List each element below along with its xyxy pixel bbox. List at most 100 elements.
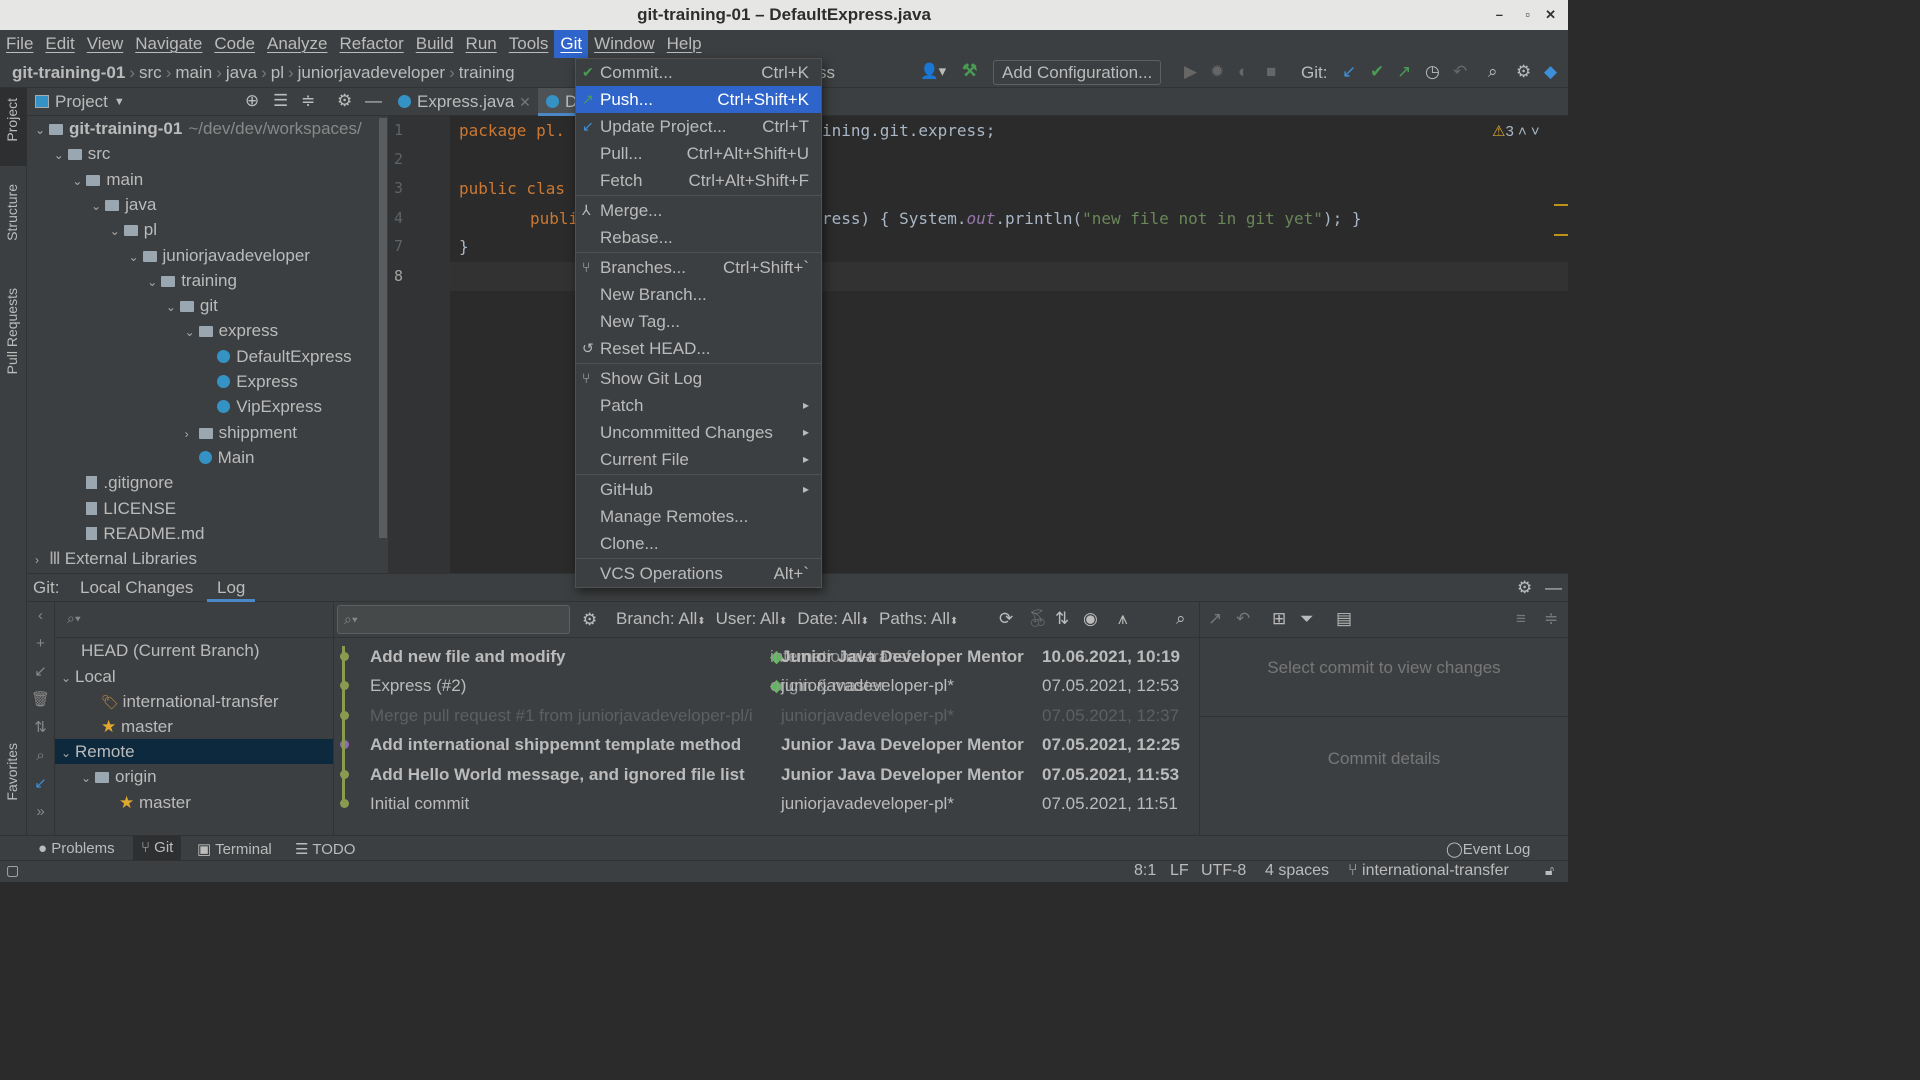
branch-group-remote[interactable]: ⌄ Remote [55,739,333,764]
tree-item[interactable]: › shippment [185,420,297,445]
chevron-icon[interactable]: ⌄ [110,219,124,244]
log-settings-icon[interactable]: ⚙ [582,610,597,630]
menu-analyze[interactable]: Analyze [261,30,333,58]
chevron-icon[interactable]: ⌄ [91,194,105,219]
expand-icon[interactable]: ≡ [1516,609,1526,629]
tree-item[interactable]: › Ⅲ External Libraries [35,546,197,571]
breadcrumb-item[interactable]: java [226,63,257,83]
indent-setting[interactable]: 4 spaces [1265,862,1329,880]
rollback-icon[interactable]: ↶ [1453,62,1467,82]
close-button[interactable]: ✕ [1545,0,1556,30]
menu-item-merge[interactable]: ⅄ Merge... [576,197,821,224]
cherry-pick-icon[interactable]: 🍒︎ [1027,609,1049,629]
hide-icon[interactable]: — [365,91,382,111]
tree-item[interactable]: ⌄ training [147,268,237,293]
tree-item[interactable]: ⌄ pl [110,217,157,242]
menu-item-manage-remotes[interactable]: Manage Remotes... [576,503,821,530]
log-search-input[interactable]: ⌕▾ [337,605,570,634]
menu-item-update-project[interactable]: ↙ Update Project... Ctrl+T [576,113,821,140]
log-filter[interactable]: Branch: All⬍ [616,609,706,629]
menu-item-github[interactable]: GitHub ▸ [576,476,821,503]
commit-row[interactable]: Initial commit juniorjavadeveloper-pl* 07.… [334,789,1199,818]
menu-item-vcs-operations[interactable]: VCS Operations Alt+` [576,560,821,587]
menu-item-commit[interactable]: ✔ Commit... Ctrl+K [576,59,821,86]
search-icon[interactable]: ⌕ [27,742,54,770]
branch-origin-master[interactable]: ★ master [119,790,191,815]
tab-express-java[interactable]: Express.java ✕ [388,88,536,116]
menu-refactor[interactable]: Refactor [333,30,409,58]
tree-item[interactable]: Main [185,445,254,470]
minimize-button[interactable]: – [1496,0,1503,30]
menu-git[interactable]: Git [554,30,589,58]
expand-all-icon[interactable]: ☰ [273,91,288,111]
run-icon[interactable]: ▶ [1184,62,1197,82]
sort-icon[interactable]: ⇅ [1055,609,1069,629]
gear-icon[interactable]: ⚙ [337,91,352,111]
maximize-button[interactable]: ▫ [1525,0,1530,30]
log-filter[interactable]: Paths: All⬍ [879,609,958,629]
compare-icon[interactable]: ⇅ [27,714,54,742]
breadcrumb-item[interactable]: juniorjavadeveloper [298,63,445,83]
coverage-icon[interactable]: ◐ [1238,62,1248,82]
search-icon[interactable]: ⌕ [1176,609,1186,629]
caret-position[interactable]: 8:1 [1134,862,1156,880]
tree-item[interactable]: ⌄ main [72,167,143,192]
tab-log[interactable]: Log [207,578,256,602]
chevron-down-icon[interactable]: ▼ [114,96,125,108]
menu-item-push[interactable]: ↗ Push... Ctrl+Shift+K [576,86,821,113]
menu-item-show-git-log[interactable]: ⑂ Show Git Log [576,365,821,392]
fetch-icon[interactable]: ↙ [27,770,54,798]
git-commit-icon[interactable]: ✔ [1370,62,1384,82]
git-update-icon[interactable]: ↙ [1342,62,1356,82]
line-separator[interactable]: LF [1170,862,1189,880]
commit-row[interactable]: Add Hello World message, and ignored fil… [334,760,1199,789]
event-log-button[interactable]: ◯Event Log [1446,840,1530,858]
project-title[interactable]: Project [55,92,108,112]
chevron-icon[interactable]: › [185,422,199,447]
commit-row[interactable]: Express (#2) ◆ ◆ origin & master juniorjava… [334,671,1199,700]
breadcrumb-item[interactable]: training [459,63,515,83]
tree-item[interactable]: ⌄ juniorjavadeveloper [129,243,310,268]
menu-window[interactable]: Window [588,30,660,58]
warning-icon[interactable]: ⚠ [1492,123,1505,140]
group-by-icon[interactable]: ⊞ [1272,609,1286,629]
chevron-icon[interactable]: › [35,548,49,573]
tree-item[interactable]: ⌄ java [91,192,156,217]
error-stripe-mark[interactable] [1554,204,1568,206]
menu-item-pull[interactable]: Pull... Ctrl+Alt+Shift+U [576,140,821,167]
add-icon[interactable]: + [27,630,54,658]
chevron-icon[interactable]: ⌄ [129,245,143,270]
menu-navigate[interactable]: Navigate [129,30,208,58]
menu-view[interactable]: View [81,30,130,58]
hide-icon[interactable]: — [1545,578,1562,598]
tool-favorites[interactable]: Favorites [4,743,20,801]
layout-toggle-icon[interactable]: ▢ [6,862,19,879]
revert-icon[interactable]: ↶ [1236,609,1250,629]
log-filter[interactable]: User: All⬍ [716,609,788,629]
more-icon[interactable]: » [27,798,54,826]
menu-item-clone[interactable]: Clone... [576,530,821,557]
tool-pull-requests[interactable]: Pull Requests [4,288,20,374]
collapse-all-icon[interactable]: ≑ [301,91,315,111]
tab-default-express[interactable]: D [538,88,578,116]
tab-todo[interactable]: ☰ TODO [295,840,355,858]
layout-icon[interactable]: ▤ [1336,609,1352,629]
menu-file[interactable]: File [0,30,39,58]
user-icon[interactable]: 👤▾ [920,62,946,80]
menu-item-rebase[interactable]: Rebase... [576,224,821,251]
add-configuration-button[interactable]: Add Configuration... [993,60,1162,85]
branch-head[interactable]: HEAD (Current Branch) [81,638,260,663]
breadcrumb-item[interactable]: main [175,63,212,83]
menu-item-current-file[interactable]: Current File ▸ [576,446,821,473]
build-hammer-icon[interactable]: ⚒ [962,61,977,81]
history-icon[interactable]: ◷ [1425,62,1440,82]
menu-code[interactable]: Code [208,30,261,58]
tab-local-changes[interactable]: Local Changes [80,578,193,598]
tree-item[interactable]: README.md [72,521,204,546]
tool-structure[interactable]: Structure [4,184,20,241]
collapse-icon[interactable]: ≑ [1544,609,1558,629]
tab-terminal[interactable]: ▣ Terminal [197,840,272,858]
stop-icon[interactable]: ■ [1266,62,1276,82]
gear-icon[interactable]: ⚙ [1517,578,1532,598]
tool-project[interactable]: Project [4,98,20,142]
